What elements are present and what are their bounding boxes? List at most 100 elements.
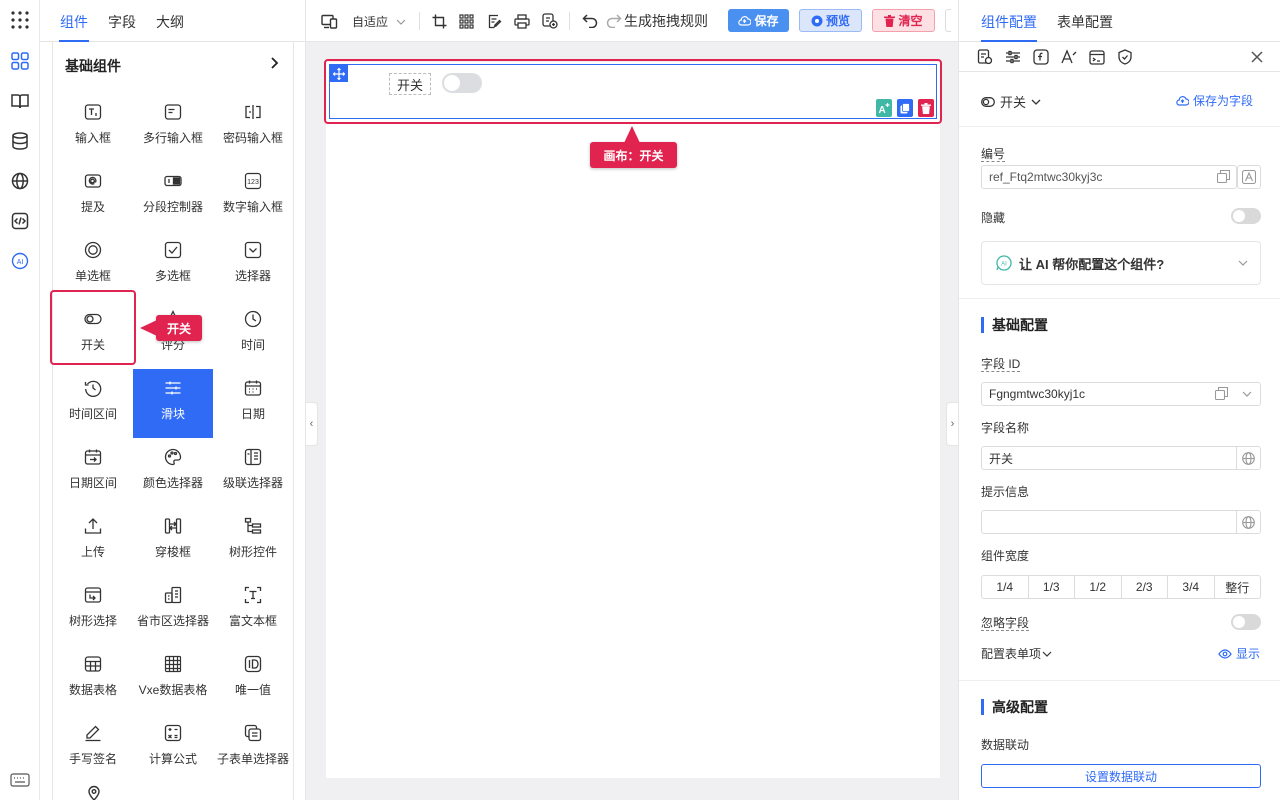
width-option[interactable]: 整行	[1215, 576, 1261, 598]
components-icon[interactable]	[8, 49, 32, 73]
linkage-button[interactable]: 设置数据联动	[981, 764, 1261, 788]
component-item[interactable]: 计算公式	[133, 714, 213, 783]
component-item[interactable]: 多选框	[133, 231, 213, 300]
tab-fields[interactable]: 字段	[108, 12, 136, 32]
collapse-right-button[interactable]: ›	[946, 402, 958, 446]
field-id-input[interactable]: Fgngmtwc30kyj1c	[981, 382, 1261, 406]
move-icon[interactable]	[330, 65, 348, 82]
ai-config-icon[interactable]: A	[876, 99, 892, 117]
component-item[interactable]: 级联选择器	[213, 438, 293, 507]
copy-icon[interactable]	[1217, 170, 1230, 183]
component-item[interactable]: 唯一值	[213, 645, 293, 714]
width-option[interactable]: 1/2	[1075, 576, 1122, 598]
form-items-toggle[interactable]: 配置表单项	[981, 645, 1052, 662]
crop-icon[interactable]	[430, 12, 448, 30]
cloud-icon	[738, 16, 752, 26]
more-button-edge[interactable]	[945, 9, 951, 32]
form-canvas[interactable]	[326, 62, 940, 778]
component-item[interactable]: Vxe数据表格	[133, 645, 213, 714]
width-option[interactable]: 2/3	[1122, 576, 1168, 598]
app-grid-icon[interactable]	[8, 8, 32, 32]
component-item[interactable]: 123 数字输入框	[213, 162, 293, 231]
width-option[interactable]: 1/4	[982, 576, 1029, 598]
component-label: 提及	[80, 200, 105, 214]
tab-form-config[interactable]: 表单配置	[1057, 12, 1113, 32]
component-item[interactable]: 省市区选择器	[133, 576, 213, 645]
component-item[interactable]: 时间区间	[53, 369, 133, 438]
copy-icon[interactable]	[1215, 387, 1228, 400]
component-item[interactable]: 富文本框	[213, 576, 293, 645]
component-item[interactable]: 时间	[213, 300, 293, 369]
ai-icon[interactable]: AI	[8, 249, 32, 273]
shield-icon[interactable]	[1116, 48, 1134, 66]
save-button[interactable]: 保存	[728, 9, 789, 32]
clear-button[interactable]: 清空	[872, 9, 935, 32]
undo-icon[interactable]	[581, 12, 599, 30]
id-input[interactable]: ref_Ftq2mtwc30kyj3c	[981, 165, 1237, 189]
field-name-input[interactable]: 开关	[981, 446, 1261, 470]
component-item[interactable]: 日期	[213, 369, 293, 438]
device-icon[interactable]	[320, 12, 338, 30]
props-icon[interactable]	[976, 48, 994, 66]
code-icon[interactable]	[8, 209, 32, 233]
keyboard-icon[interactable]	[8, 768, 32, 792]
globe-icon[interactable]	[8, 169, 32, 193]
copy-icon[interactable]	[897, 99, 913, 117]
tab-outline[interactable]: 大纲	[156, 12, 184, 32]
delete-icon[interactable]	[918, 99, 934, 117]
edit-doc-icon[interactable]	[485, 12, 503, 30]
component-type-select[interactable]: 开关	[981, 92, 1041, 111]
book-icon[interactable]	[8, 89, 32, 113]
grid-dots-icon[interactable]	[457, 12, 475, 30]
component-item[interactable]: 子表单选择器	[213, 714, 293, 783]
component-item[interactable]: 日期区间	[53, 438, 133, 507]
component-item[interactable]: 穿梭框	[133, 507, 213, 576]
tab-component-config[interactable]: 组件配置	[981, 12, 1037, 32]
component-item[interactable]: 颜色选择器	[133, 438, 213, 507]
location-icon[interactable]	[86, 785, 102, 800]
close-icon[interactable]	[1248, 48, 1266, 66]
width-option[interactable]: 3/4	[1168, 576, 1215, 598]
component-item[interactable]: 树形选择	[53, 576, 133, 645]
component-item[interactable]: 输入框	[53, 93, 133, 162]
ignore-toggle[interactable]	[1231, 614, 1261, 630]
save-as-field-button[interactable]: 保存为字段	[1176, 92, 1253, 109]
chevron-down-icon[interactable]	[1242, 391, 1252, 397]
component-item[interactable]: 密码输入框	[213, 93, 293, 162]
preview-button[interactable]: 预览	[799, 9, 862, 32]
tab-components[interactable]: 组件	[60, 12, 88, 32]
component-item[interactable]: 上传	[53, 507, 133, 576]
field-label[interactable]: 开关	[389, 73, 431, 95]
globe-icon[interactable]	[1236, 447, 1260, 469]
rules-button[interactable]: 生成拖拽规则	[606, 11, 708, 31]
component-item[interactable]: 滑块	[133, 369, 213, 438]
vxe-table-icon	[163, 654, 183, 674]
component-item[interactable]: 树形控件	[213, 507, 293, 576]
date-icon	[243, 378, 263, 398]
text-style-icon[interactable]	[1060, 48, 1078, 66]
adaptive-select[interactable]: 自适应	[352, 13, 406, 30]
ai-assist-panel[interactable]: AI 让 AI 帮你配置这个组件?	[981, 241, 1261, 285]
globe-icon[interactable]	[1236, 511, 1260, 533]
width-option[interactable]: 1/3	[1029, 576, 1075, 598]
component-item[interactable]: 分段控制器	[133, 162, 213, 231]
database-icon[interactable]	[8, 129, 32, 153]
show-button[interactable]: 显示	[1218, 645, 1260, 662]
component-item[interactable]: 多行输入框	[133, 93, 213, 162]
sliders-icon[interactable]	[1004, 48, 1022, 66]
script-icon[interactable]	[1088, 48, 1106, 66]
print-icon[interactable]	[513, 12, 531, 30]
function-icon[interactable]	[1032, 48, 1050, 66]
component-item[interactable]: 提及	[53, 162, 133, 231]
hint-input[interactable]	[981, 510, 1261, 534]
adaptive-label: 自适应	[352, 15, 389, 29]
json-icon[interactable]	[541, 12, 559, 30]
hidden-toggle[interactable]	[1231, 208, 1261, 224]
component-item[interactable]: 数据表格	[53, 645, 133, 714]
collapse-left-button[interactable]: ‹	[306, 402, 318, 446]
chevron-right-icon[interactable]	[267, 56, 281, 70]
component-item[interactable]: 选择器	[213, 231, 293, 300]
component-item[interactable]: 手写签名	[53, 714, 133, 783]
divider	[959, 298, 1280, 299]
text-format-icon[interactable]	[1237, 165, 1261, 189]
